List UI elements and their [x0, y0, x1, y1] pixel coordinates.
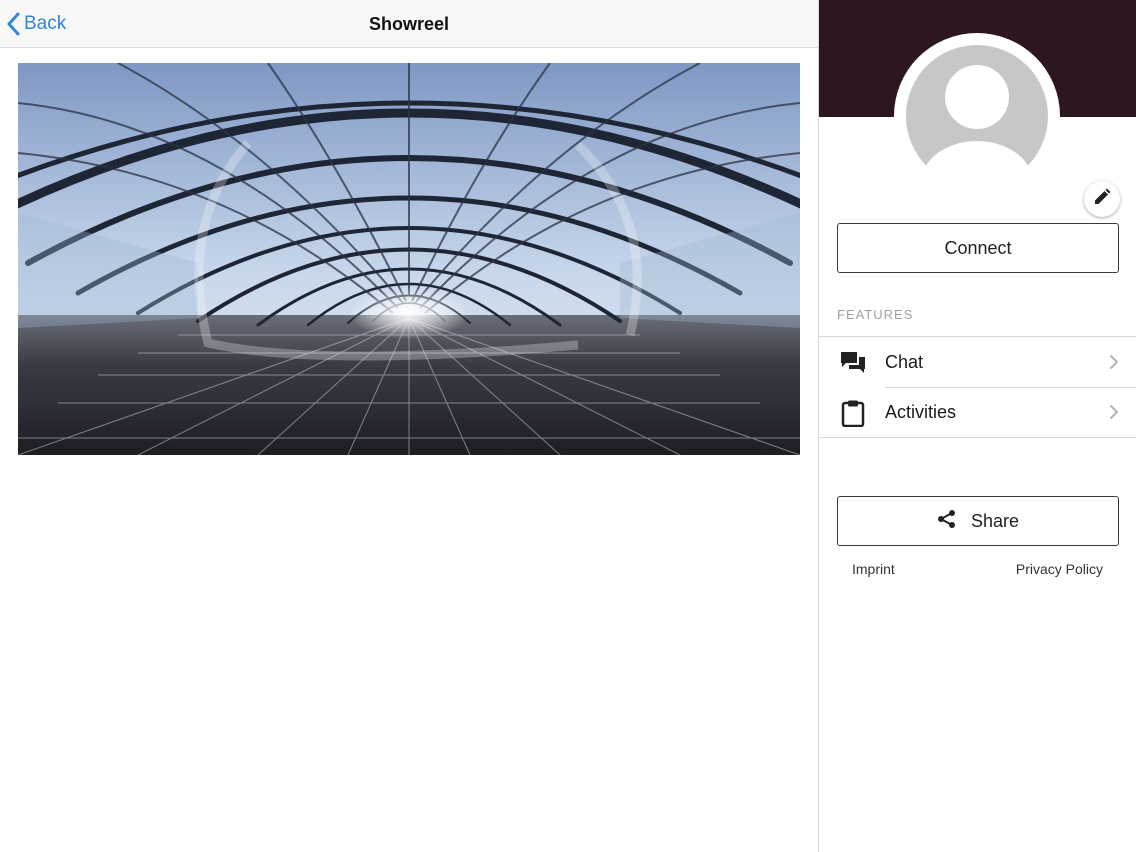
connect-button[interactable]: Connect: [837, 223, 1119, 273]
avatar-frame: [894, 33, 1120, 217]
features-list: Chat Activities: [819, 336, 1136, 438]
feature-item-activities[interactable]: Activities: [819, 387, 1136, 437]
edit-avatar-button[interactable]: [1084, 181, 1120, 217]
feature-label-activities: Activities: [885, 401, 957, 422]
avatar[interactable]: [906, 45, 1048, 187]
pencil-icon: [1093, 188, 1111, 211]
panorama-image[interactable]: [18, 63, 800, 455]
share-icon: [937, 509, 971, 534]
navigation-bar: Showreel Back: [0, 0, 818, 48]
content-pane: Showreel Back: [0, 0, 818, 852]
chat-icon: [839, 349, 867, 377]
feature-label-chat: Chat: [885, 351, 924, 372]
back-label: Back: [24, 13, 67, 34]
chevron-right-icon: [1109, 354, 1119, 375]
back-button[interactable]: Back: [6, 9, 66, 39]
page-title: Showreel: [368, 14, 450, 34]
connect-label: Connect: [944, 237, 1012, 258]
person-placeholder-icon: [906, 45, 1048, 187]
clipboard-icon: [839, 399, 867, 428]
feature-item-chat[interactable]: Chat: [819, 337, 1136, 387]
share-button[interactable]: Share: [837, 496, 1119, 546]
features-heading: FEATURES: [837, 307, 914, 322]
chevron-left-icon: [6, 12, 20, 36]
imprint-link[interactable]: Imprint: [852, 561, 895, 577]
profile-sidebar: Connect FEATURES Chat Activities Share I…: [818, 0, 1136, 852]
chevron-right-icon: [1109, 404, 1119, 425]
share-label: Share: [970, 510, 1020, 531]
privacy-policy-link[interactable]: Privacy Policy: [1016, 561, 1103, 577]
